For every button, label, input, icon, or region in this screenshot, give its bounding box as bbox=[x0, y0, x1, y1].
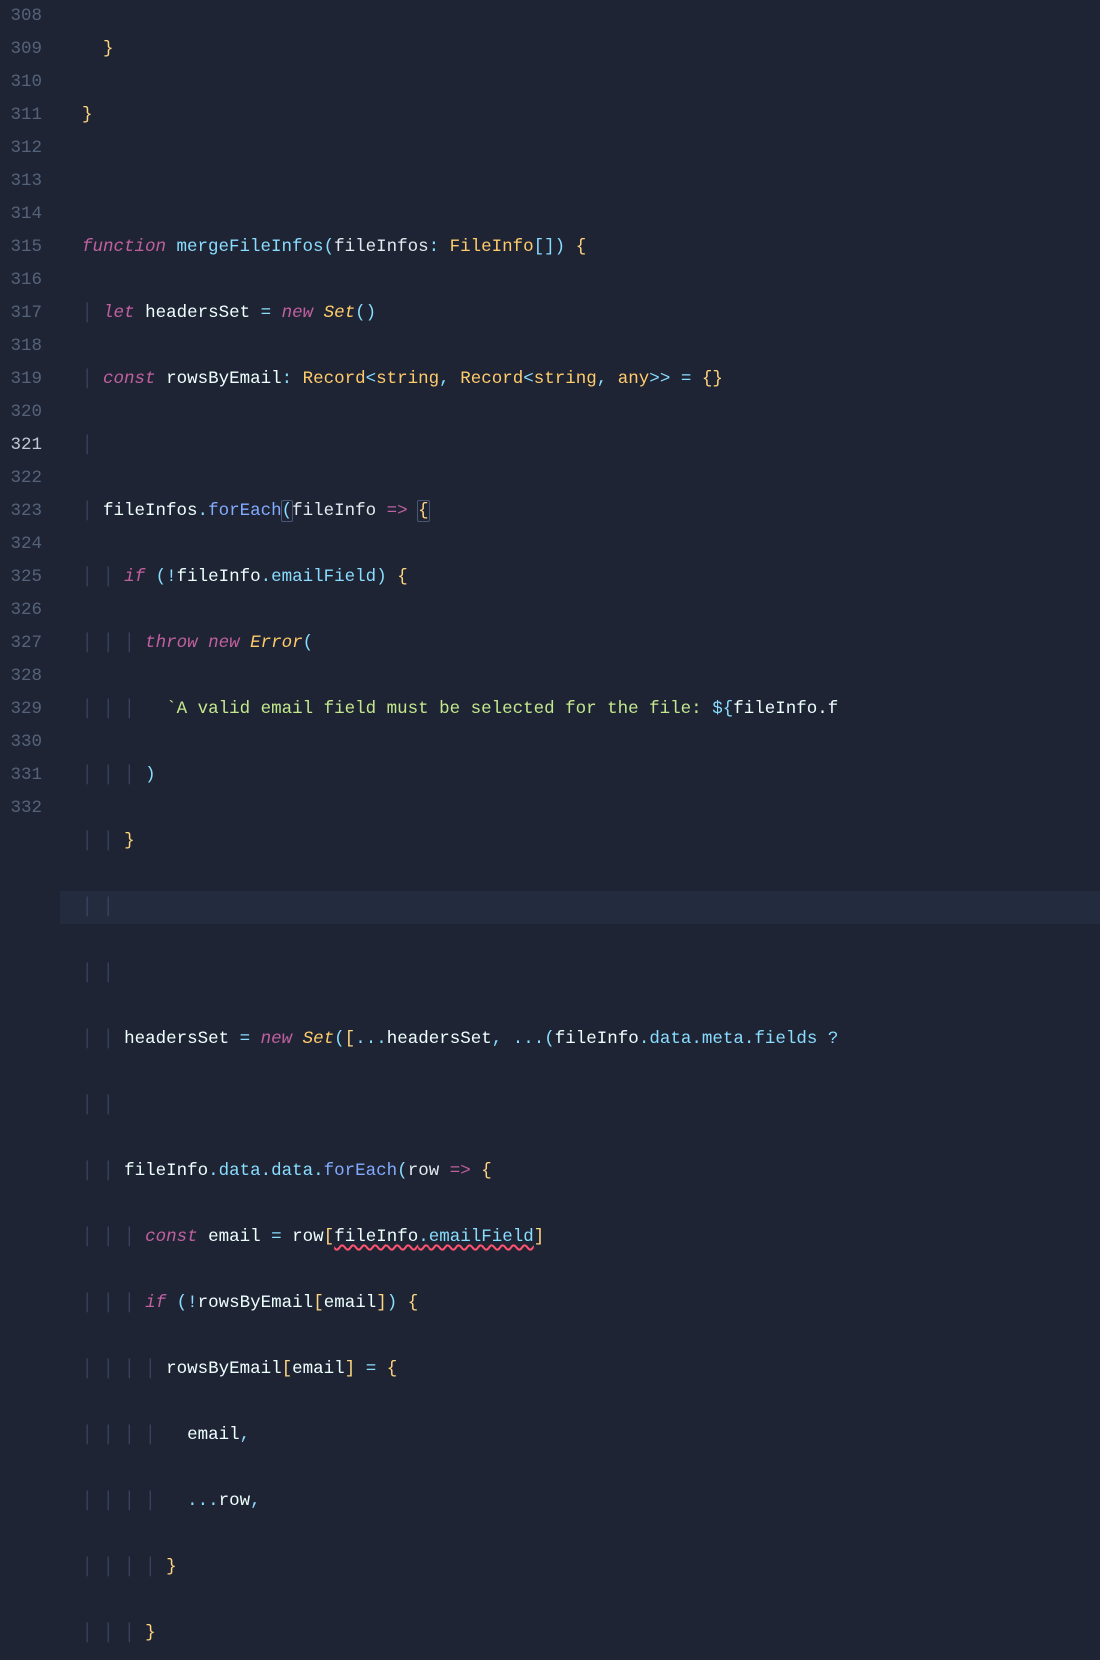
code-line[interactable]: │ │ │ ) bbox=[82, 759, 1100, 792]
line-number: 330 bbox=[10, 732, 42, 752]
arrow: => bbox=[387, 501, 408, 521]
line-number: 318 bbox=[10, 336, 42, 356]
code-line[interactable]: │ │ fileInfo.data.data.forEach(row => { bbox=[82, 1155, 1100, 1188]
method-call: forEach bbox=[208, 501, 282, 521]
code-line[interactable]: │ let headersSet = new Set() bbox=[82, 297, 1100, 330]
code-line[interactable]: │ │ │ const email = row[fileInfo.emailFi… bbox=[82, 1221, 1100, 1254]
line-number: 315 bbox=[10, 237, 42, 257]
line-number: 324 bbox=[10, 534, 42, 554]
code-line[interactable]: │ │ │ } bbox=[82, 1617, 1100, 1650]
code-line[interactable]: } bbox=[82, 33, 1100, 66]
line-number: 308 bbox=[10, 6, 42, 26]
param: fileInfo bbox=[292, 501, 376, 521]
var: rowsByEmail bbox=[166, 369, 282, 389]
line-number: 328 bbox=[10, 666, 42, 686]
property: emailField bbox=[271, 567, 376, 587]
line-number: 326 bbox=[10, 600, 42, 620]
line-number: 319 bbox=[10, 369, 42, 389]
code-line[interactable]: │ const rowsByEmail: Record<string, Reco… bbox=[82, 363, 1100, 396]
line-number: 323 bbox=[10, 501, 42, 521]
code-line[interactable]: │ │ │ `A valid email field must be selec… bbox=[82, 693, 1100, 726]
var: fileInfos bbox=[103, 501, 198, 521]
line-number: 311 bbox=[10, 105, 42, 125]
keyword-let: let bbox=[103, 303, 135, 323]
brace-close: } bbox=[103, 39, 114, 59]
class-name: Error bbox=[250, 633, 303, 653]
code-line[interactable]: │ │ if (!fileInfo.emailField) { bbox=[82, 561, 1100, 594]
code-line[interactable]: │ │ headersSet = new Set([...headersSet,… bbox=[82, 1023, 1100, 1056]
error-squiggle: fileInfo.emailField bbox=[334, 1227, 534, 1247]
keyword-const: const bbox=[103, 369, 156, 389]
code-line[interactable]: │ │ bbox=[82, 1089, 1100, 1122]
keyword-new: new bbox=[282, 303, 314, 323]
keyword-throw: throw bbox=[145, 633, 198, 653]
code-editor[interactable]: 308 309 310 311 312 313 314 315 316 317 … bbox=[0, 0, 1100, 830]
line-number-gutter: 308 309 310 311 312 313 314 315 316 317 … bbox=[0, 0, 60, 830]
line-number: 325 bbox=[10, 567, 42, 587]
line-number: 322 bbox=[10, 468, 42, 488]
line-number: 327 bbox=[10, 633, 42, 653]
keyword-function: function bbox=[82, 237, 166, 257]
type-name: FileInfo bbox=[450, 237, 534, 257]
line-number: 312 bbox=[10, 138, 42, 158]
line-number: 309 bbox=[10, 39, 42, 59]
code-line[interactable]: function mergeFileInfos(fileInfos: FileI… bbox=[82, 231, 1100, 264]
line-number: 331 bbox=[10, 765, 42, 785]
code-line[interactable]: │ │ │ │ email, bbox=[82, 1419, 1100, 1452]
line-number: 310 bbox=[10, 72, 42, 92]
var: headersSet bbox=[145, 303, 250, 323]
code-line[interactable]: │ fileInfos.forEach(fileInfo => { bbox=[82, 495, 1100, 528]
line-number: 314 bbox=[10, 204, 42, 224]
code-line[interactable]: │ │ │ if (!rowsByEmail[email]) { bbox=[82, 1287, 1100, 1320]
code-line[interactable]: │ │ │ │ ...row, bbox=[82, 1485, 1100, 1518]
code-line[interactable]: │ │ │ │ rowsByEmail[email] = { bbox=[82, 1353, 1100, 1386]
code-line[interactable] bbox=[82, 165, 1100, 198]
class-name: Set bbox=[324, 303, 356, 323]
code-line-active[interactable]: │ │ bbox=[60, 891, 1100, 924]
code-line[interactable]: │ │ │ │ } bbox=[82, 1551, 1100, 1584]
line-number: 332 bbox=[10, 798, 42, 818]
line-number: 329 bbox=[10, 699, 42, 719]
line-number-active: 321 bbox=[10, 435, 42, 455]
line-number: 317 bbox=[10, 303, 42, 323]
line-number: 316 bbox=[10, 270, 42, 290]
code-area[interactable]: } } function mergeFileInfos(fileInfos: F… bbox=[60, 0, 1100, 830]
code-line[interactable]: │ bbox=[82, 429, 1100, 462]
line-number: 320 bbox=[10, 402, 42, 422]
code-line[interactable]: } bbox=[82, 99, 1100, 132]
func-name: mergeFileInfos bbox=[177, 237, 324, 257]
param: fileInfos bbox=[334, 237, 429, 257]
keyword-if: if bbox=[124, 567, 145, 587]
brace-close: } bbox=[82, 105, 93, 125]
line-number: 313 bbox=[10, 171, 42, 191]
code-line[interactable]: │ │ │ throw new Error( bbox=[82, 627, 1100, 660]
brace-match: { bbox=[417, 500, 430, 522]
code-line[interactable]: │ │ bbox=[82, 957, 1100, 990]
string-literal: `A valid email field must be selected fo… bbox=[166, 699, 712, 719]
type-name: Record bbox=[303, 369, 366, 389]
var: fileInfo bbox=[177, 567, 261, 587]
keyword-new: new bbox=[208, 633, 240, 653]
